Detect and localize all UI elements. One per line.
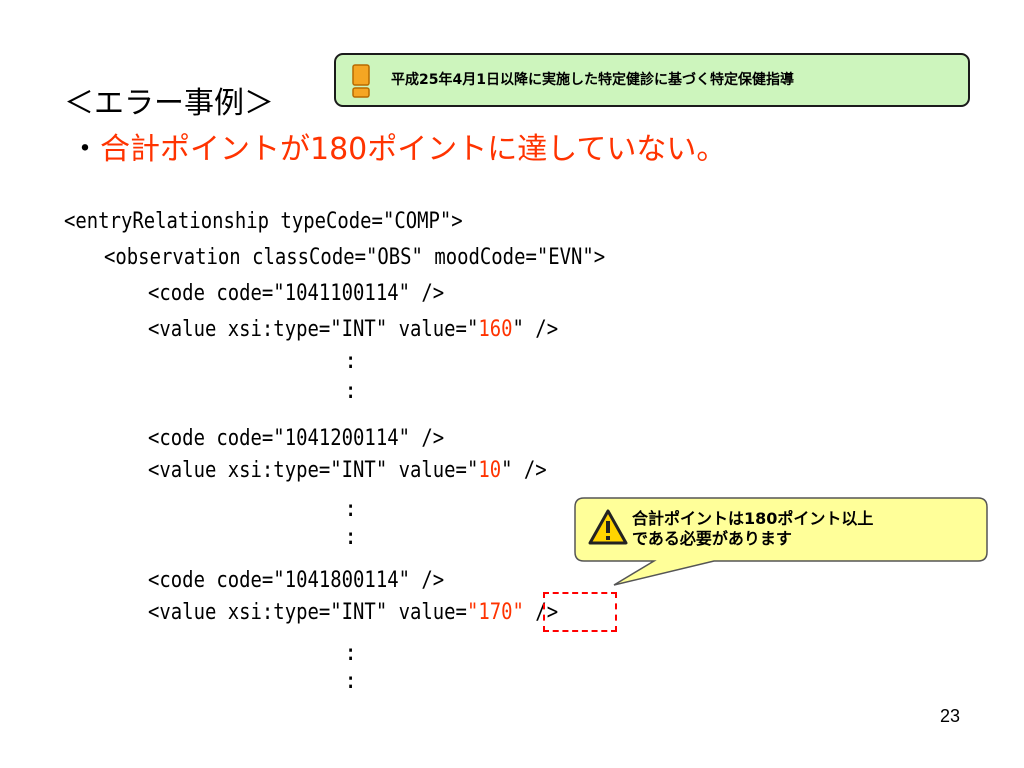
error-summary: ・合計ポイントが180ポイントに達していない。: [70, 130, 726, 170]
ellipsis-1: :: [344, 349, 358, 374]
page-title: ＜エラー事例＞: [64, 86, 274, 121]
value-160: 160: [478, 317, 513, 342]
code-line-code-2: <code code="1041200114" />: [148, 426, 445, 451]
code-line-observation: <observation classCode="OBS" moodCode="E…: [104, 245, 606, 270]
error-summary-text: 合計ポイントが180ポイントに達していない。: [100, 132, 727, 167]
page-number: 23: [940, 706, 961, 726]
ellipsis-5: :: [344, 641, 358, 666]
code-line-code-1: <code code="1041100114" />: [148, 281, 445, 306]
ellipsis-6: :: [344, 669, 358, 694]
code-line-value-1: <value xsi:type="INT" value="160" />: [148, 317, 559, 342]
exclamation-icon: [352, 64, 370, 98]
code-line-entry-relationship: <entryRelationship typeCode="COMP">: [64, 209, 463, 234]
warning-icon: [588, 509, 628, 545]
ellipsis-2: :: [344, 379, 358, 404]
value-10: 10: [478, 458, 502, 483]
highlight-box: [543, 592, 617, 632]
notice-text: 平成25年4月1日以降に実施した特定健診に基づく特定保健指導: [391, 72, 794, 88]
code-line-code-3: <code code="1041800114" />: [148, 568, 445, 593]
callout: 合計ポイントは180ポイント以上 である必要があります: [574, 497, 988, 561]
ellipsis-3: :: [344, 497, 358, 522]
code-line-value-2: <value xsi:type="INT" value="10" />: [148, 458, 547, 483]
notice-banner: 平成25年4月1日以降に実施した特定健診に基づく特定保健指導: [334, 53, 970, 107]
value-170: "170": [466, 600, 524, 625]
callout-text: 合計ポイントは180ポイント以上 である必要があります: [632, 509, 874, 548]
code-line-value-3: <value xsi:type="INT" value="170" />: [148, 600, 559, 625]
ellipsis-4: :: [344, 525, 358, 550]
bullet: ・: [70, 132, 100, 167]
